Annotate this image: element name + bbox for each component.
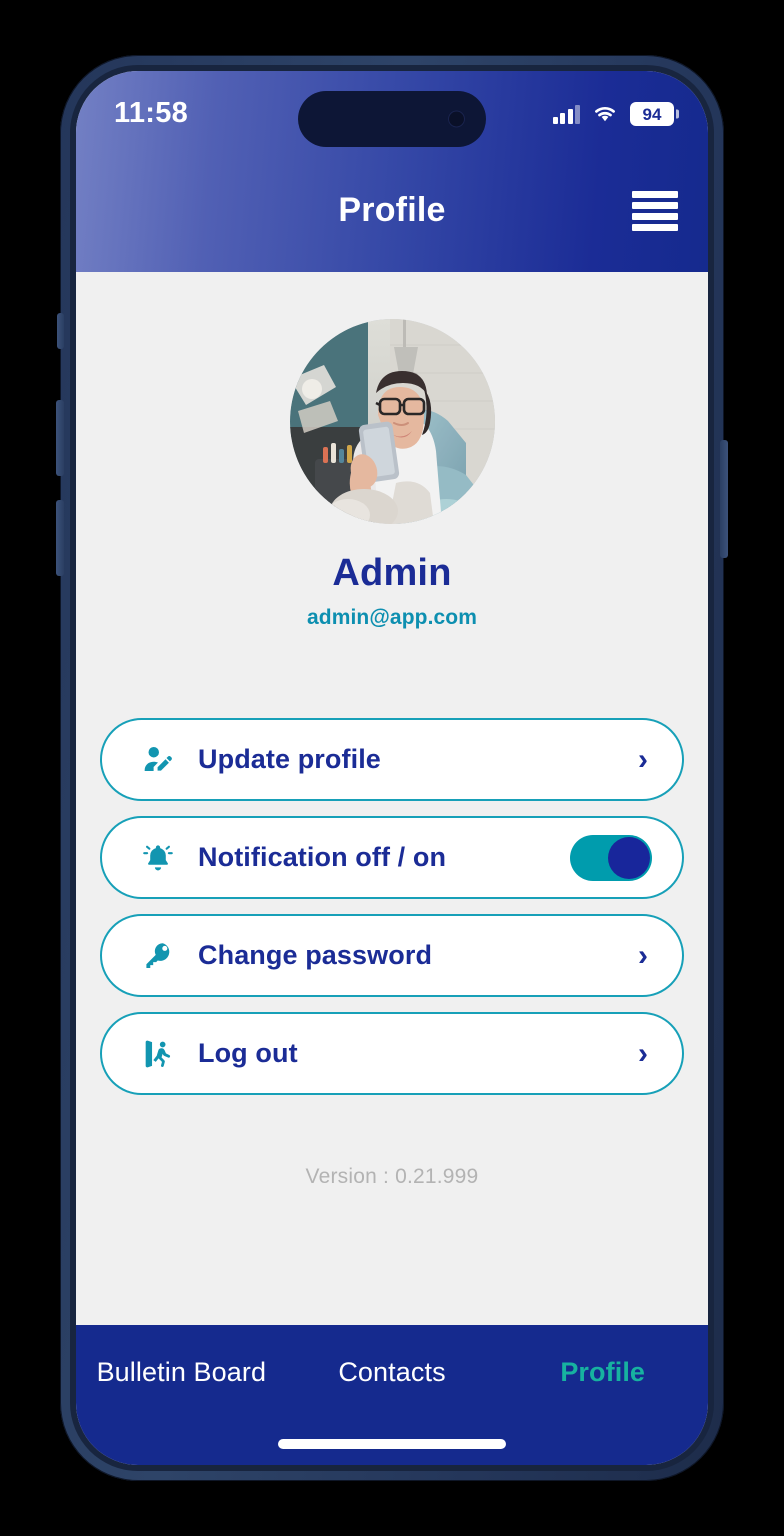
volume-up-button[interactable]	[56, 400, 64, 476]
user-edit-icon	[130, 743, 186, 777]
phone-screen: 11:58 94 Profile Admin admin@app.com Upd…	[76, 71, 708, 1465]
profile-email: admin@app.com	[307, 606, 477, 629]
bell-icon	[130, 841, 186, 875]
app-header: 11:58 94 Profile	[76, 71, 708, 272]
header-title-bar: Profile	[76, 149, 708, 272]
logout-icon	[130, 1037, 186, 1071]
battery-level-text: 94	[642, 104, 662, 124]
profile-name: Admin	[332, 552, 452, 594]
power-button[interactable]	[720, 440, 728, 558]
notification-toggle[interactable]	[570, 834, 652, 881]
menu-item-change-password[interactable]: Change password ›	[100, 914, 684, 997]
volume-down-button[interactable]	[56, 500, 64, 576]
chevron-right-icon: ›	[638, 938, 648, 972]
menu-item-logout[interactable]: Log out ›	[100, 1012, 684, 1095]
status-bar-time: 11:58	[114, 96, 189, 129]
menu-item-label: Change password	[198, 940, 433, 970]
cellular-signal-icon	[552, 104, 580, 124]
hamburger-menu-icon[interactable]	[632, 190, 678, 231]
user-avatar-photo	[289, 319, 495, 524]
profile-content: Admin admin@app.com Update profile › Not…	[76, 272, 708, 1325]
menu-item-label: Update profile	[198, 744, 381, 774]
settings-menu-list: Update profile › Notification off / on C…	[76, 718, 708, 1095]
nav-item-bulletin-board[interactable]: Bulletin Board	[76, 1357, 287, 1388]
menu-item-label: Notification off / on	[198, 842, 447, 872]
home-indicator[interactable]	[278, 1439, 506, 1449]
screenshot-stage: 11:58 94 Profile Admin admin@app.com Upd…	[0, 0, 784, 1536]
bottom-navigation-bar: Bulletin Board Contacts Profile	[76, 1325, 708, 1465]
front-camera-icon	[448, 110, 465, 128]
wifi-icon	[595, 107, 615, 122]
menu-item-notification[interactable]: Notification off / on	[100, 816, 684, 899]
battery-icon: 94	[630, 102, 674, 126]
status-bar-indicators: 94	[552, 102, 674, 126]
chevron-right-icon: ›	[638, 1036, 648, 1070]
nav-item-contacts[interactable]: Contacts	[287, 1357, 498, 1388]
silent-switch-button[interactable]	[57, 313, 64, 349]
nav-item-profile[interactable]: Profile	[497, 1357, 708, 1388]
page-title: Profile	[338, 191, 446, 229]
toggle-knob	[608, 836, 650, 879]
phone-frame: 11:58 94 Profile Admin admin@app.com Upd…	[56, 55, 728, 1481]
chevron-right-icon: ›	[638, 742, 648, 776]
key-icon	[130, 940, 186, 972]
menu-item-label: Log out	[198, 1038, 298, 1068]
app-version-text: Version : 0.21.999	[305, 1165, 479, 1188]
avatar[interactable]	[289, 319, 495, 524]
dynamic-island	[298, 91, 486, 147]
menu-item-update-profile[interactable]: Update profile ›	[100, 718, 684, 801]
